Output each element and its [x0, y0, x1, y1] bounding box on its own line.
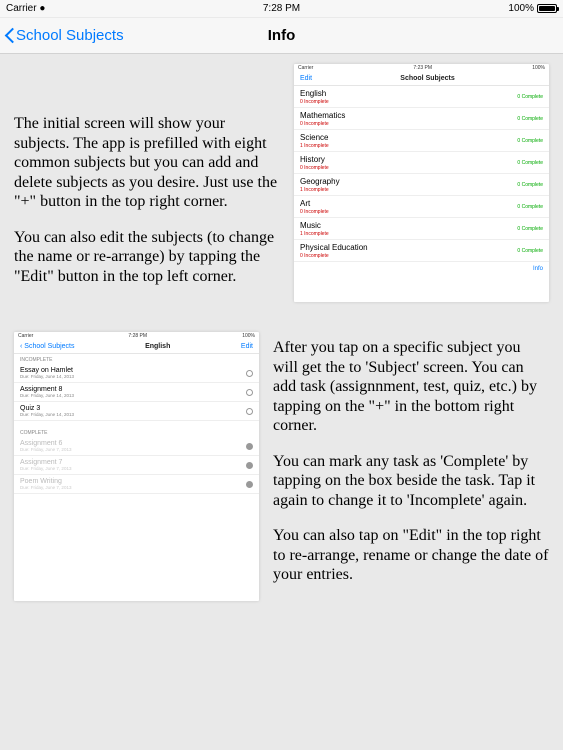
list-item: History0 Incomplete0 Complete	[294, 152, 549, 174]
back-button[interactable]: School Subjects	[0, 27, 124, 45]
page-title: Info	[268, 27, 296, 44]
thumb2-header-complete: COMPLETE	[14, 427, 259, 437]
thumb1-status: Carrier 7:23 PM 100%	[294, 64, 549, 72]
carrier-label: Carrier	[6, 3, 37, 14]
section1-para1: The initial screen will show your subjec…	[14, 114, 280, 212]
thumb1-footer: Info	[294, 262, 549, 276]
task-row: Assignment 7Due: Friday, June 7, 2013	[14, 456, 259, 475]
thumb2-carrier: Carrier	[18, 333, 33, 339]
thumb1-carrier: Carrier	[298, 65, 313, 71]
thumb1-edit: Edit	[300, 75, 312, 82]
battery-icon	[537, 4, 557, 13]
screenshot-subject-detail: Carrier 7:28 PM 100% ‹ School Subjects E…	[14, 332, 259, 601]
task-row: Quiz 3Due: Friday, June 14, 2013	[14, 402, 259, 421]
status-bar: Carrier ● 7:28 PM 100%	[0, 0, 563, 18]
thumb2-edit: Edit	[241, 343, 253, 350]
back-label: School Subjects	[16, 27, 124, 44]
list-item: Physical Education0 Incomplete0 Complete	[294, 240, 549, 262]
thumb2-back: ‹ School Subjects	[20, 343, 74, 350]
thumb2-status: Carrier 7:28 PM 100%	[14, 332, 259, 340]
list-item: Mathematics0 Incomplete0 Complete	[294, 108, 549, 130]
section1-text: The initial screen will show your subjec…	[14, 64, 280, 302]
thumb2-time: 7:28 PM	[128, 333, 147, 339]
thumb2-nav: ‹ School Subjects English Edit	[14, 340, 259, 354]
thumb1-battery: 100%	[532, 65, 545, 71]
thumb2-header-incomplete: INCOMPLETE	[14, 354, 259, 364]
battery-percent: 100%	[508, 3, 534, 14]
list-item: Art0 Incomplete0 Complete	[294, 196, 549, 218]
thumb2-title: English	[145, 343, 170, 350]
list-item: Geography1 Incomplete0 Complete	[294, 174, 549, 196]
section2-text: After you tap on a specific subject you …	[273, 332, 549, 601]
task-row: Assignment 8Due: Friday, June 14, 2013	[14, 383, 259, 402]
section2-para3: You can also tap on "Edit" in the top ri…	[273, 526, 549, 585]
info-section-2: Carrier 7:28 PM 100% ‹ School Subjects E…	[0, 332, 563, 621]
section2-para1: After you tap on a specific subject you …	[273, 338, 549, 436]
nav-bar: School Subjects Info	[0, 18, 563, 54]
screenshot-subjects-list: Carrier 7:23 PM 100% Edit School Subject…	[294, 64, 549, 302]
section1-para2: You can also edit the subjects (to chang…	[14, 228, 280, 287]
list-item: English0 Incomplete0 Complete	[294, 86, 549, 108]
status-time: 7:28 PM	[263, 3, 300, 14]
app-screen: Carrier ● 7:28 PM 100% School Subjects I…	[0, 0, 563, 750]
info-section-1: The initial screen will show your subjec…	[0, 54, 563, 332]
chevron-left-icon	[4, 27, 16, 45]
thumb1-time: 7:23 PM	[413, 65, 432, 71]
list-item: Music1 Incomplete0 Complete	[294, 218, 549, 240]
wifi-icon: ●	[39, 3, 45, 14]
section2-para2: You can mark any task as 'Complete' by t…	[273, 452, 549, 511]
thumb1-title: School Subjects	[400, 75, 454, 82]
thumb2-complete-list: Assignment 6Due: Friday, June 7, 2013Ass…	[14, 437, 259, 494]
thumb1-nav: Edit School Subjects	[294, 72, 549, 86]
task-row: Poem WritingDue: Friday, June 7, 2013	[14, 475, 259, 494]
thumb2-incomplete-list: Essay on HamletDue: Friday, June 14, 201…	[14, 364, 259, 421]
thumb1-list: English0 Incomplete0 CompleteMathematics…	[294, 86, 549, 262]
status-right: 100%	[508, 3, 557, 14]
status-carrier: Carrier ●	[6, 3, 45, 14]
thumb2-battery: 100%	[242, 333, 255, 339]
task-row: Assignment 6Due: Friday, June 7, 2013	[14, 437, 259, 456]
task-row: Essay on HamletDue: Friday, June 14, 201…	[14, 364, 259, 383]
content-area: The initial screen will show your subjec…	[0, 54, 563, 621]
list-item: Science1 Incomplete0 Complete	[294, 130, 549, 152]
